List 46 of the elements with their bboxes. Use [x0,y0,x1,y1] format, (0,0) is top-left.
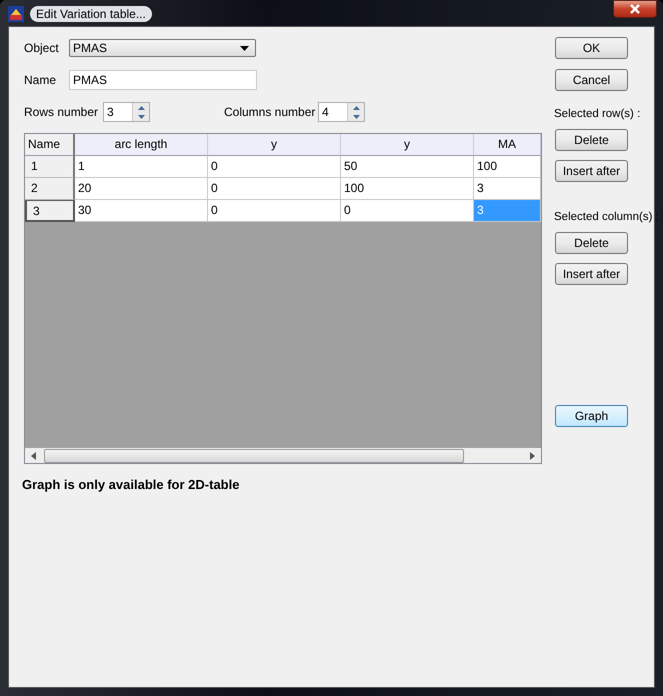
rows-number-label: Rows number [24,105,100,119]
columns-number-spinner[interactable]: 4 [318,102,365,122]
delete-column-button[interactable]: Delete [555,232,628,254]
scroll-right-icon [530,452,535,460]
delete-row-button[interactable]: Delete [555,129,628,151]
table-cell[interactable]: 0 [208,200,341,222]
columns-number-label: Columns number [224,105,316,119]
close-icon [629,4,641,14]
insert-row-button[interactable]: Insert after [555,160,628,182]
column-header[interactable]: Name [25,134,75,156]
name-label: Name [24,73,58,87]
horizontal-scrollbar[interactable] [25,448,541,463]
name-field[interactable]: PMAS [69,70,257,90]
scroll-thumb[interactable] [44,448,464,462]
table-cell[interactable]: 0 [208,178,341,200]
selected-columns-label: Selected column(s) : [554,211,659,223]
column-header[interactable]: y [341,134,474,156]
cancel-button[interactable]: Cancel [555,69,628,91]
row-header[interactable]: 1 [25,156,75,178]
table-cell[interactable]: 30 [75,200,208,222]
table-cell[interactable]: 50 [341,156,474,178]
table-cell[interactable]: 1 [75,156,208,178]
scroll-left-icon [31,452,36,460]
app-icon [8,6,24,22]
object-label: Object [24,41,60,55]
row-header[interactable]: 3 [25,200,75,222]
column-header[interactable]: y [208,134,341,156]
info-message: Graph is only available for 2D-table [22,477,240,492]
table-cell[interactable]: 0 [341,200,474,222]
table-cell[interactable]: 100 [474,156,541,178]
column-header[interactable]: arc length [75,134,208,156]
object-dropdown[interactable]: PMAS [69,39,256,57]
close-button[interactable] [613,0,657,18]
table-cell[interactable]: 0 [208,156,341,178]
ok-button[interactable]: OK [555,37,628,59]
selected-rows-label: Selected row(s) : [554,108,640,120]
row-header[interactable]: 2 [25,178,75,200]
insert-column-button[interactable]: Insert after [555,263,628,285]
table-cell[interactable]: 20 [75,178,208,200]
dropdown-arrow-icon [240,46,249,50]
table-cell[interactable]: 3 [474,178,541,200]
rows-number-spinner[interactable]: 3 [103,102,150,122]
window-title: Edit Variation table... [30,6,152,22]
table-cell[interactable]: 100 [341,178,474,200]
graph-button[interactable]: Graph [555,405,628,427]
column-header[interactable]: MA [474,134,541,156]
